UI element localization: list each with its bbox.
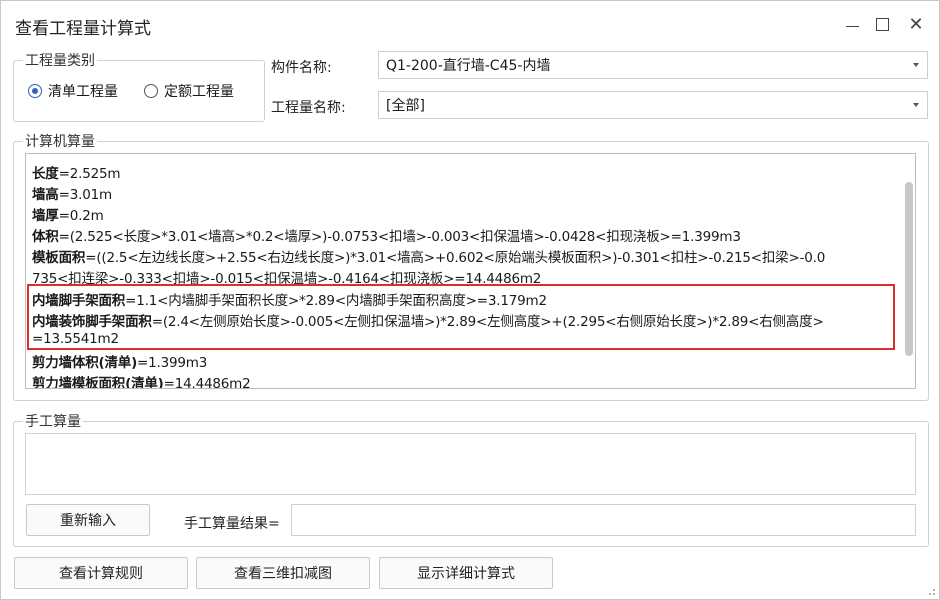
- formula-line: 墙高=3.01m: [32, 187, 112, 203]
- quantity-type-legend: 工程量类别: [23, 50, 97, 70]
- quantity-name-select[interactable]: [全部]: [378, 91, 928, 119]
- minimize-icon[interactable]: [839, 11, 865, 37]
- chevron-down-icon: [913, 63, 919, 67]
- radio-quota-quantity[interactable]: 定额工程量: [144, 81, 234, 101]
- maximize-icon[interactable]: [869, 11, 895, 37]
- quantity-name-label: 工程量名称:: [271, 100, 346, 116]
- manual-legend: 手工算量: [23, 411, 83, 431]
- title-bar[interactable]: 查看工程量计算式 ✕: [1, 1, 939, 47]
- formula-line: 体积=(2.525<长度>*3.01<墙高>*0.2<墙厚>)-0.0753<扣…: [32, 229, 741, 245]
- dialog-window: 查看工程量计算式 ✕ 工程量类别 清单工程量 定额工程量 构件名称: Q1-20…: [0, 0, 940, 600]
- radio-checked-icon: [28, 84, 42, 98]
- computed-formula-text[interactable]: 长度=2.525m 墙高=3.01m 墙厚=0.2m 体积=(2.525<长度>…: [25, 153, 916, 389]
- radio-list-quantity[interactable]: 清单工程量: [28, 81, 118, 101]
- computed-legend: 计算机算量: [23, 131, 97, 151]
- manual-formula-input[interactable]: [25, 433, 916, 495]
- close-icon[interactable]: ✕: [903, 11, 929, 37]
- resize-grip-icon[interactable]: [926, 586, 936, 596]
- radio-unchecked-icon: [144, 84, 158, 98]
- component-name-label: 构件名称:: [271, 60, 332, 76]
- formula-line: 剪力墙模板面积(清单)=14.4486m2: [32, 376, 251, 389]
- chevron-down-icon: [913, 103, 919, 107]
- view-3d-deduction-button[interactable]: 查看三维扣减图: [196, 557, 370, 589]
- manual-result-field[interactable]: [291, 504, 916, 536]
- red-highlight-box: [27, 284, 895, 350]
- scrollbar-thumb[interactable]: [905, 182, 913, 356]
- component-name-value: Q1-200-直行墙-C45-内墙: [386, 58, 551, 74]
- radio-label-quota: 定额工程量: [164, 84, 234, 100]
- view-rules-button[interactable]: 查看计算规则: [14, 557, 188, 589]
- radio-label-list: 清单工程量: [48, 84, 118, 100]
- component-name-select[interactable]: Q1-200-直行墙-C45-内墙: [378, 51, 928, 79]
- window-title: 查看工程量计算式: [15, 19, 151, 39]
- quantity-name-value: [全部]: [386, 98, 425, 114]
- manual-result-label: 手工算量结果=: [184, 516, 280, 532]
- formula-line: 模板面积=((2.5<左边线长度>+2.55<右边线长度>)*3.01<墙高>+…: [32, 250, 826, 266]
- reenter-button[interactable]: 重新输入: [26, 504, 150, 536]
- vertical-scrollbar[interactable]: [905, 158, 913, 368]
- close-glyph: ✕: [908, 13, 924, 35]
- show-detail-formula-button[interactable]: 显示详细计算式: [379, 557, 553, 589]
- formula-line: 墙厚=0.2m: [32, 208, 104, 224]
- formula-line: 长度=2.525m: [32, 166, 121, 182]
- formula-line: 剪力墙体积(清单)=1.399m3: [32, 355, 208, 371]
